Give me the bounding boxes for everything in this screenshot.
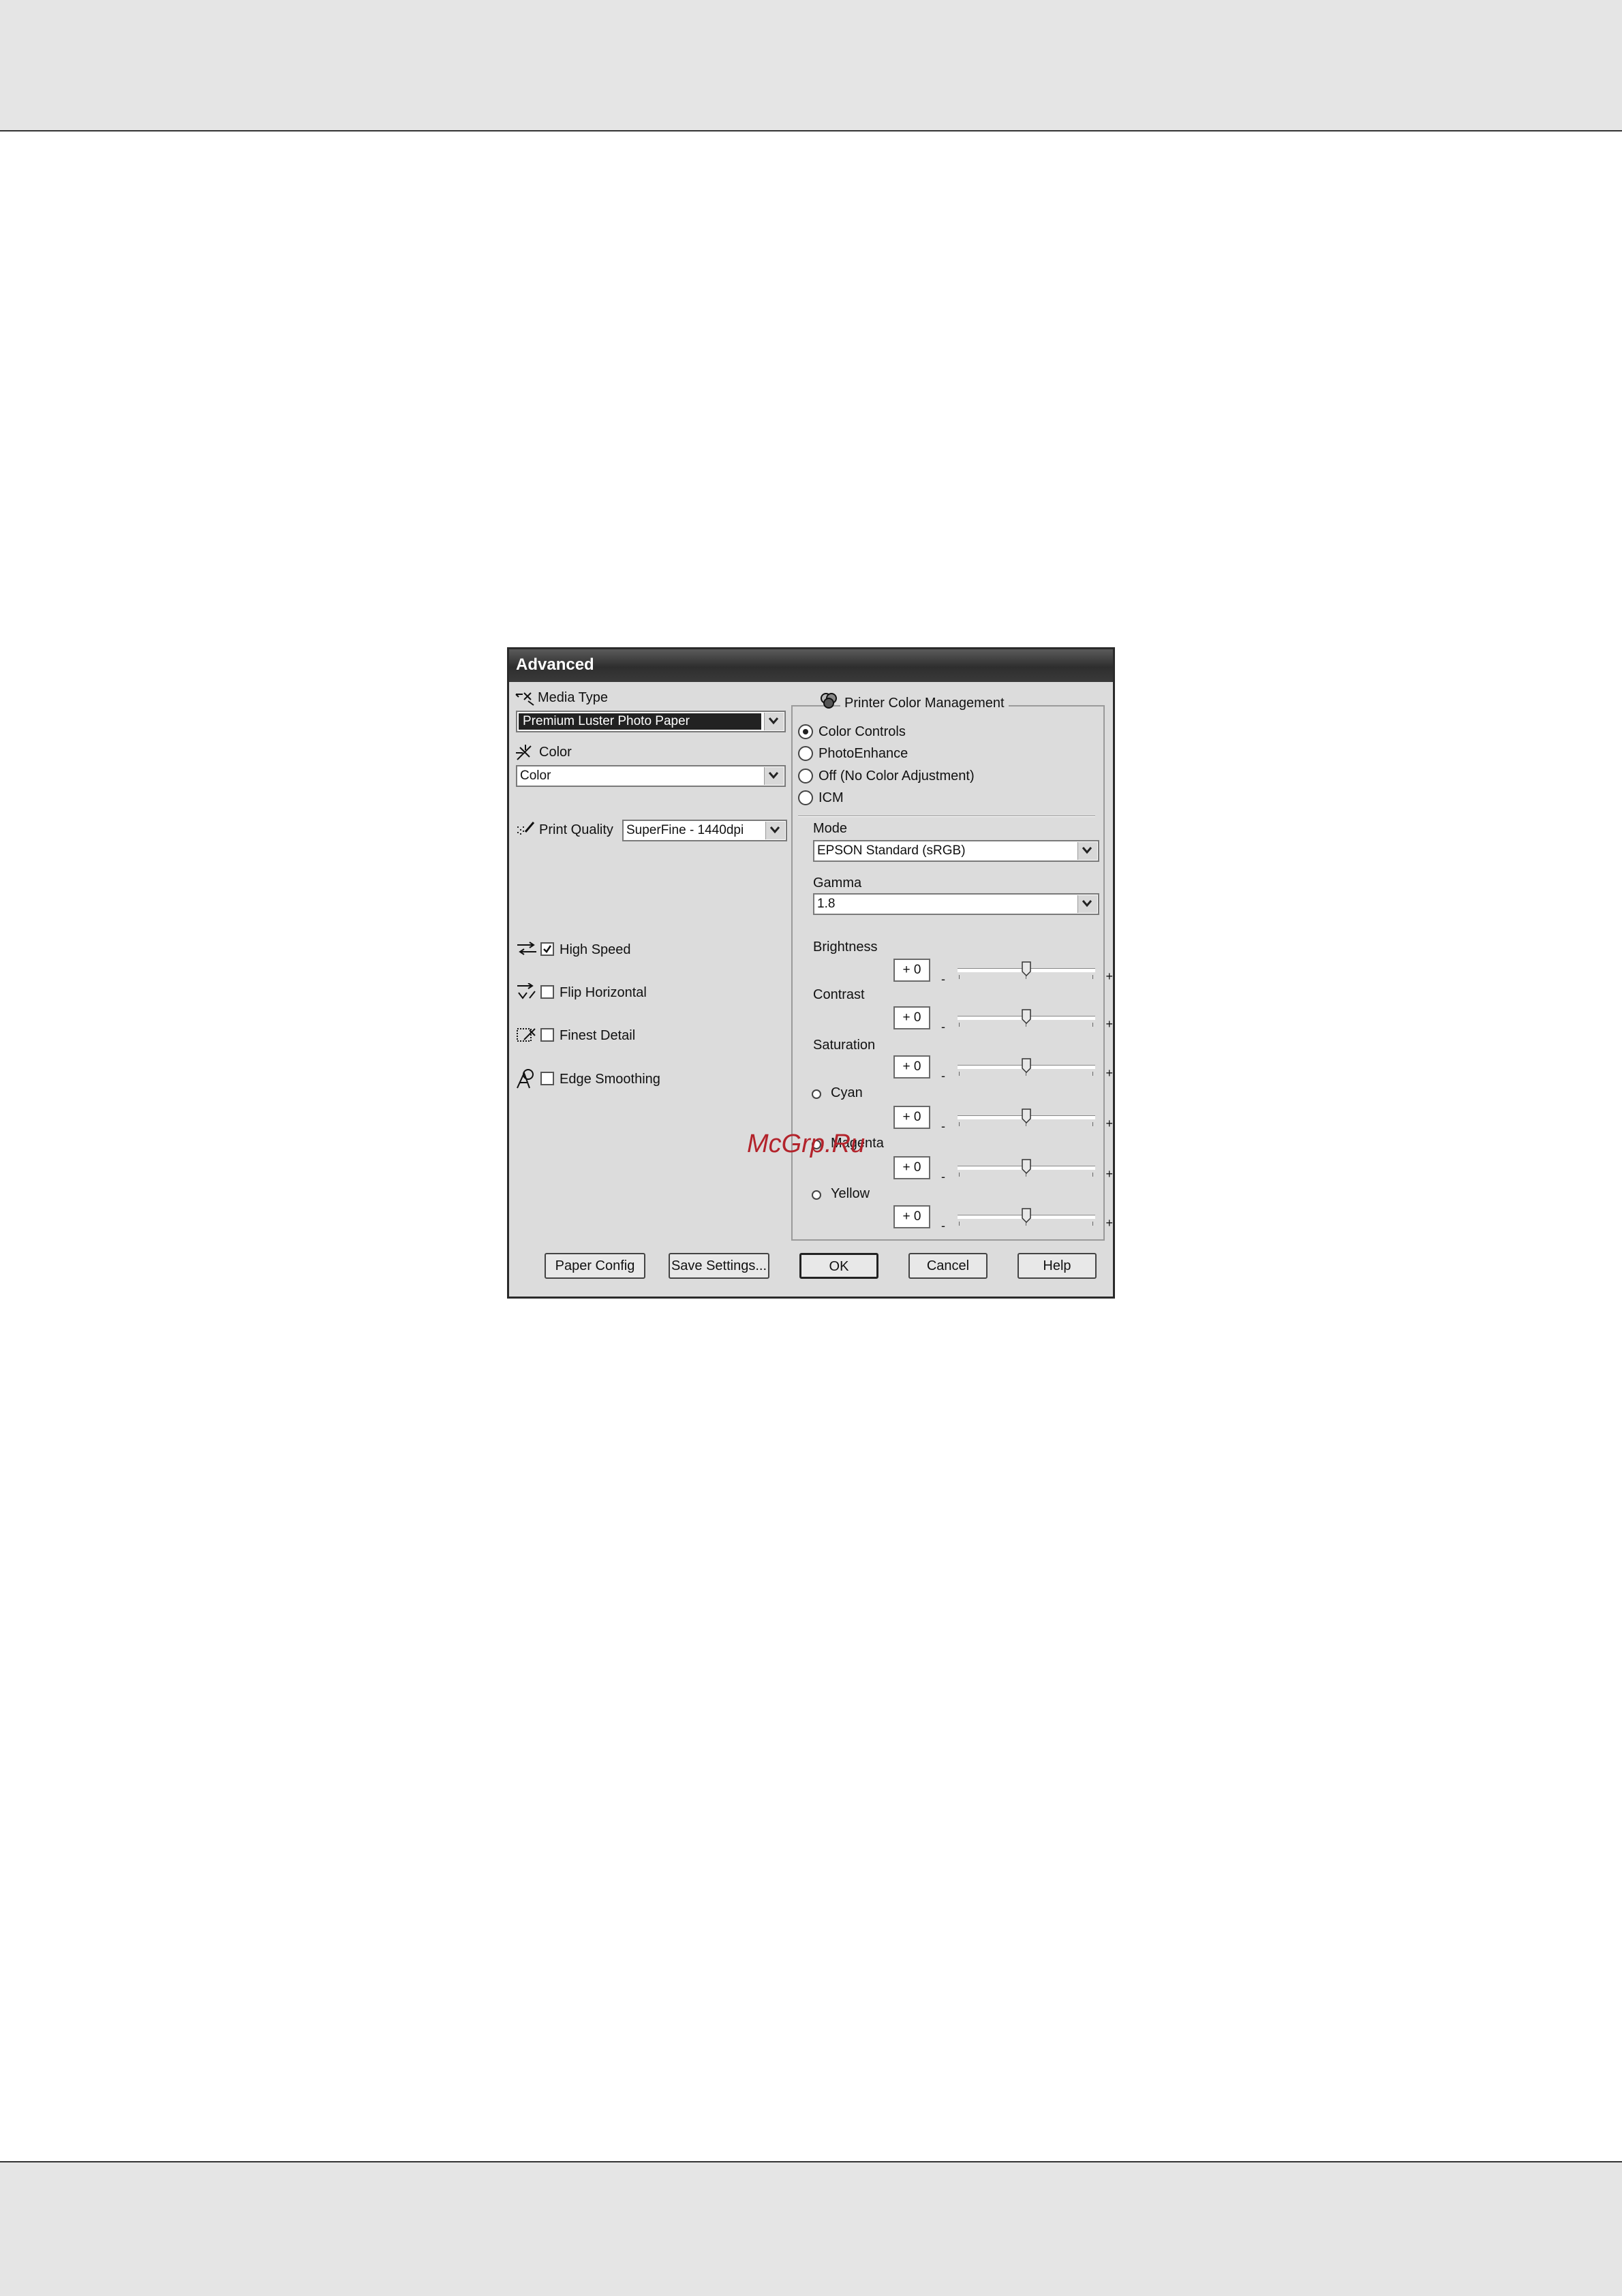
page-footer-band (0, 2161, 1622, 2296)
slider-plus: + (1105, 1017, 1113, 1031)
finest-detail-checkbox[interactable] (540, 1028, 554, 1042)
icm-label[interactable]: ICM (818, 790, 844, 806)
divider (798, 816, 1095, 817)
color-controls-radio[interactable] (798, 724, 813, 739)
flip-horizontal-label[interactable]: Flip Horizontal (560, 985, 647, 1001)
slider-thumb[interactable] (1022, 1058, 1031, 1073)
magenta-slider[interactable]: - + (941, 1158, 1113, 1183)
slider-minus: - (941, 1119, 945, 1133)
chevron-down-icon[interactable] (1077, 842, 1097, 860)
finest-detail-label[interactable]: Finest Detail (560, 1028, 635, 1044)
slider-thumb[interactable] (1022, 961, 1031, 976)
color-controls-label[interactable]: Color Controls (818, 724, 906, 740)
color-circles-icon (821, 693, 837, 709)
ok-button[interactable]: OK (799, 1253, 878, 1279)
slider-plus: + (1105, 969, 1113, 983)
printer-color-management-title: Printer Color Management (840, 696, 1009, 711)
color-select[interactable]: Color (516, 765, 786, 787)
flip-horizontal-checkbox[interactable] (540, 985, 554, 999)
media-type-label: Media Type (538, 690, 609, 705)
title-bar[interactable]: Advanced (509, 649, 1113, 682)
slider-plus: + (1105, 1117, 1113, 1130)
chevron-down-icon[interactable] (764, 767, 784, 785)
brightness-label: Brightness (813, 940, 878, 955)
cyan-slider[interactable]: - + (941, 1107, 1113, 1133)
cyan-input[interactable]: + 0 (893, 1106, 930, 1129)
color-label: Color (539, 745, 572, 760)
mode-value: EPSON Standard (sRGB) (817, 843, 966, 858)
slider-minus: - (941, 972, 945, 986)
mode-select[interactable]: EPSON Standard (sRGB) (813, 840, 1099, 862)
slider-plus: + (1105, 1066, 1113, 1080)
save-settings-button[interactable]: Save Settings... (669, 1253, 769, 1279)
saturation-input[interactable]: + 0 (893, 1055, 930, 1079)
yellow-indicator (812, 1190, 821, 1200)
saturation-slider[interactable]: - + (941, 1057, 1113, 1083)
cancel-button[interactable]: Cancel (908, 1253, 988, 1279)
photoenhance-radio[interactable] (798, 746, 813, 761)
advanced-dialog: Advanced Media Type Premium Luster Photo… (507, 647, 1115, 1299)
edge-smoothing-icon (517, 1069, 534, 1089)
gamma-label: Gamma (813, 875, 862, 890)
watermark: McGrp.Ru (747, 1130, 866, 1158)
media-type-icon (515, 692, 534, 706)
page-header-band (0, 0, 1622, 131)
yellow-input[interactable]: + 0 (893, 1205, 930, 1228)
high-speed-icon (517, 942, 536, 955)
print-quality-value: SuperFine - 1440dpi (626, 823, 744, 837)
slider-thumb[interactable] (1022, 1208, 1031, 1223)
mode-label: Mode (813, 821, 848, 836)
slider-minus: - (941, 1020, 945, 1034)
contrast-input[interactable]: + 0 (893, 1006, 930, 1029)
no-color-adjustment-radio[interactable] (798, 769, 813, 784)
print-quality-icon (517, 822, 535, 835)
photoenhance-label[interactable]: PhotoEnhance (818, 746, 908, 762)
color-value: Color (520, 769, 551, 783)
contrast-label: Contrast (813, 987, 865, 1002)
media-type-select[interactable]: Premium Luster Photo Paper (516, 711, 786, 732)
dialog-title: Advanced (516, 655, 594, 674)
paper-config-button[interactable]: Paper Config (545, 1253, 645, 1279)
slider-plus: + (1105, 1216, 1113, 1230)
edge-smoothing-checkbox[interactable] (540, 1072, 554, 1085)
edge-smoothing-label[interactable]: Edge Smoothing (560, 1072, 660, 1087)
chevron-down-icon[interactable] (1077, 895, 1097, 913)
brightness-slider[interactable]: - + (941, 960, 1113, 986)
contrast-slider[interactable]: - + (941, 1008, 1113, 1034)
slider-plus: + (1105, 1167, 1113, 1181)
cyan-indicator (812, 1089, 821, 1099)
icm-radio[interactable] (798, 790, 813, 805)
flip-horizontal-icon (517, 983, 536, 999)
slider-minus: - (941, 1170, 945, 1183)
slider-thumb[interactable] (1022, 1108, 1031, 1123)
finest-detail-icon (517, 1028, 536, 1042)
slider-thumb[interactable] (1022, 1009, 1031, 1024)
gamma-value: 1.8 (817, 897, 836, 911)
print-quality-select[interactable]: SuperFine - 1440dpi (622, 820, 787, 841)
high-speed-checkbox[interactable] (540, 942, 554, 956)
brightness-input[interactable]: + 0 (893, 959, 930, 982)
yellow-slider[interactable]: - + (941, 1207, 1113, 1232)
chevron-down-icon[interactable] (765, 822, 785, 839)
no-color-adjustment-label[interactable]: Off (No Color Adjustment) (818, 769, 975, 784)
help-button[interactable]: Help (1017, 1253, 1097, 1279)
chevron-down-icon[interactable] (764, 713, 784, 730)
media-type-value: Premium Luster Photo Paper (519, 713, 761, 730)
cyan-label: Cyan (831, 1085, 863, 1100)
color-icon (516, 745, 532, 760)
slider-minus: - (941, 1069, 945, 1083)
yellow-label: Yellow (831, 1186, 870, 1201)
printer-color-management-group: Printer Color Management Color Controls … (791, 693, 1113, 1241)
saturation-label: Saturation (813, 1038, 876, 1053)
slider-thumb[interactable] (1022, 1159, 1031, 1174)
print-quality-label: Print Quality (539, 822, 613, 837)
checkmark-icon (543, 945, 552, 953)
slider-minus: - (941, 1219, 945, 1232)
magenta-input[interactable]: + 0 (893, 1156, 930, 1179)
high-speed-label[interactable]: High Speed (560, 942, 631, 958)
gamma-select[interactable]: 1.8 (813, 893, 1099, 915)
